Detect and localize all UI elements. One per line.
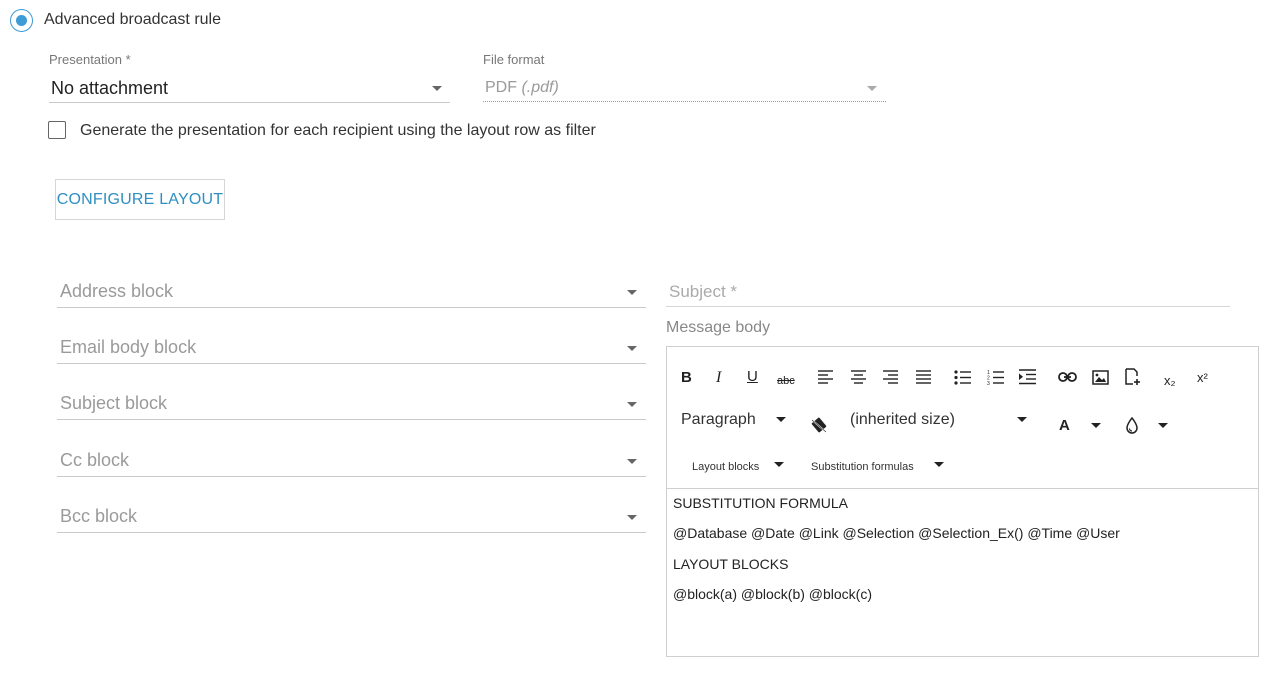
background-color-icon[interactable]	[1125, 417, 1139, 434]
subject-block-select[interactable]: Subject block	[57, 390, 646, 420]
chevron-down-icon	[1091, 423, 1101, 428]
align-left-icon[interactable]	[818, 370, 834, 384]
numbered-list-icon[interactable]: 123	[987, 369, 1005, 385]
font-color-button[interactable]: A	[1059, 418, 1070, 434]
bcc-block-select[interactable]: Bcc block	[57, 503, 646, 533]
configure-layout-button[interactable]: CONFIGURE LAYOUT	[55, 179, 225, 220]
align-right-icon[interactable]	[883, 370, 899, 384]
cc-block-select[interactable]: Cc block	[57, 447, 646, 477]
chevron-down-icon	[627, 290, 637, 295]
strikethrough-button[interactable]: abc	[777, 373, 795, 389]
align-justify-icon[interactable]	[916, 370, 932, 384]
superscript-button[interactable]: x²	[1197, 370, 1208, 386]
editor-content-line: @block(a) @block(b) @block(c)	[673, 586, 873, 602]
cc-block-placeholder: Cc block	[60, 450, 130, 470]
generate-per-recipient-checkbox[interactable]	[48, 121, 66, 139]
bold-button[interactable]: B	[681, 370, 692, 386]
align-center-icon[interactable]	[851, 370, 867, 384]
generate-per-recipient-label: Generate the presentation for each recip…	[80, 122, 596, 139]
clear-formatting-icon[interactable]	[810, 416, 828, 434]
advanced-rule-label: Advanced broadcast rule	[44, 11, 221, 28]
insert-file-icon[interactable]	[1124, 368, 1142, 386]
message-body-label: Message body	[666, 319, 771, 336]
chevron-down-icon	[934, 462, 944, 467]
presentation-value: No attachment	[51, 78, 169, 98]
chevron-down-icon	[1017, 417, 1027, 422]
subject-input[interactable]: Subject *	[666, 279, 1230, 307]
email-body-block-select[interactable]: Email body block	[57, 334, 646, 364]
presentation-label: Presentation *	[49, 52, 131, 67]
italic-button[interactable]: I	[716, 370, 721, 386]
svg-text:3: 3	[987, 381, 990, 385]
link-icon[interactable]	[1058, 371, 1077, 383]
file-format-value: PDF (.pdf)	[485, 79, 559, 96]
file-format-select: PDF (.pdf)	[483, 76, 886, 102]
chevron-down-icon	[627, 459, 637, 464]
editor-content-line: SUBSTITUTION FORMULA	[673, 495, 849, 511]
image-icon[interactable]	[1092, 370, 1109, 385]
layout-blocks-dropdown[interactable]: Layout blocks	[692, 459, 759, 475]
chevron-down-icon	[627, 346, 637, 351]
chevron-down-icon	[627, 402, 637, 407]
editor-content-line: LAYOUT BLOCKS	[673, 556, 789, 572]
chevron-down-icon	[432, 86, 442, 91]
bullet-list-icon[interactable]	[954, 370, 972, 385]
address-block-select[interactable]: Address block	[57, 278, 646, 308]
subject-placeholder: Subject *	[669, 282, 738, 301]
paragraph-format-dropdown[interactable]: Paragraph	[681, 412, 756, 428]
editor-content-line: @Database @Date @Link @Selection @Select…	[673, 525, 1120, 541]
subscript-button[interactable]: x₂	[1164, 373, 1176, 389]
advanced-rule-radio[interactable]	[10, 9, 33, 32]
chevron-down-icon	[1158, 423, 1168, 428]
indent-icon[interactable]	[1019, 369, 1037, 385]
chevron-down-icon	[776, 417, 786, 422]
chevron-down-icon	[774, 462, 784, 467]
subject-block-placeholder: Subject block	[60, 393, 168, 413]
toolbar-divider	[666, 488, 1259, 489]
chevron-down-icon	[867, 86, 877, 91]
email-body-block-placeholder: Email body block	[60, 337, 197, 357]
address-block-placeholder: Address block	[60, 281, 174, 301]
underline-button[interactable]: U	[747, 369, 758, 385]
font-size-dropdown[interactable]: (inherited size)	[850, 412, 955, 428]
chevron-down-icon	[627, 515, 637, 520]
file-format-label: File format	[483, 52, 545, 67]
bcc-block-placeholder: Bcc block	[60, 506, 138, 526]
substitution-formulas-dropdown[interactable]: Substitution formulas	[811, 459, 914, 475]
presentation-select[interactable]: No attachment	[49, 76, 450, 103]
